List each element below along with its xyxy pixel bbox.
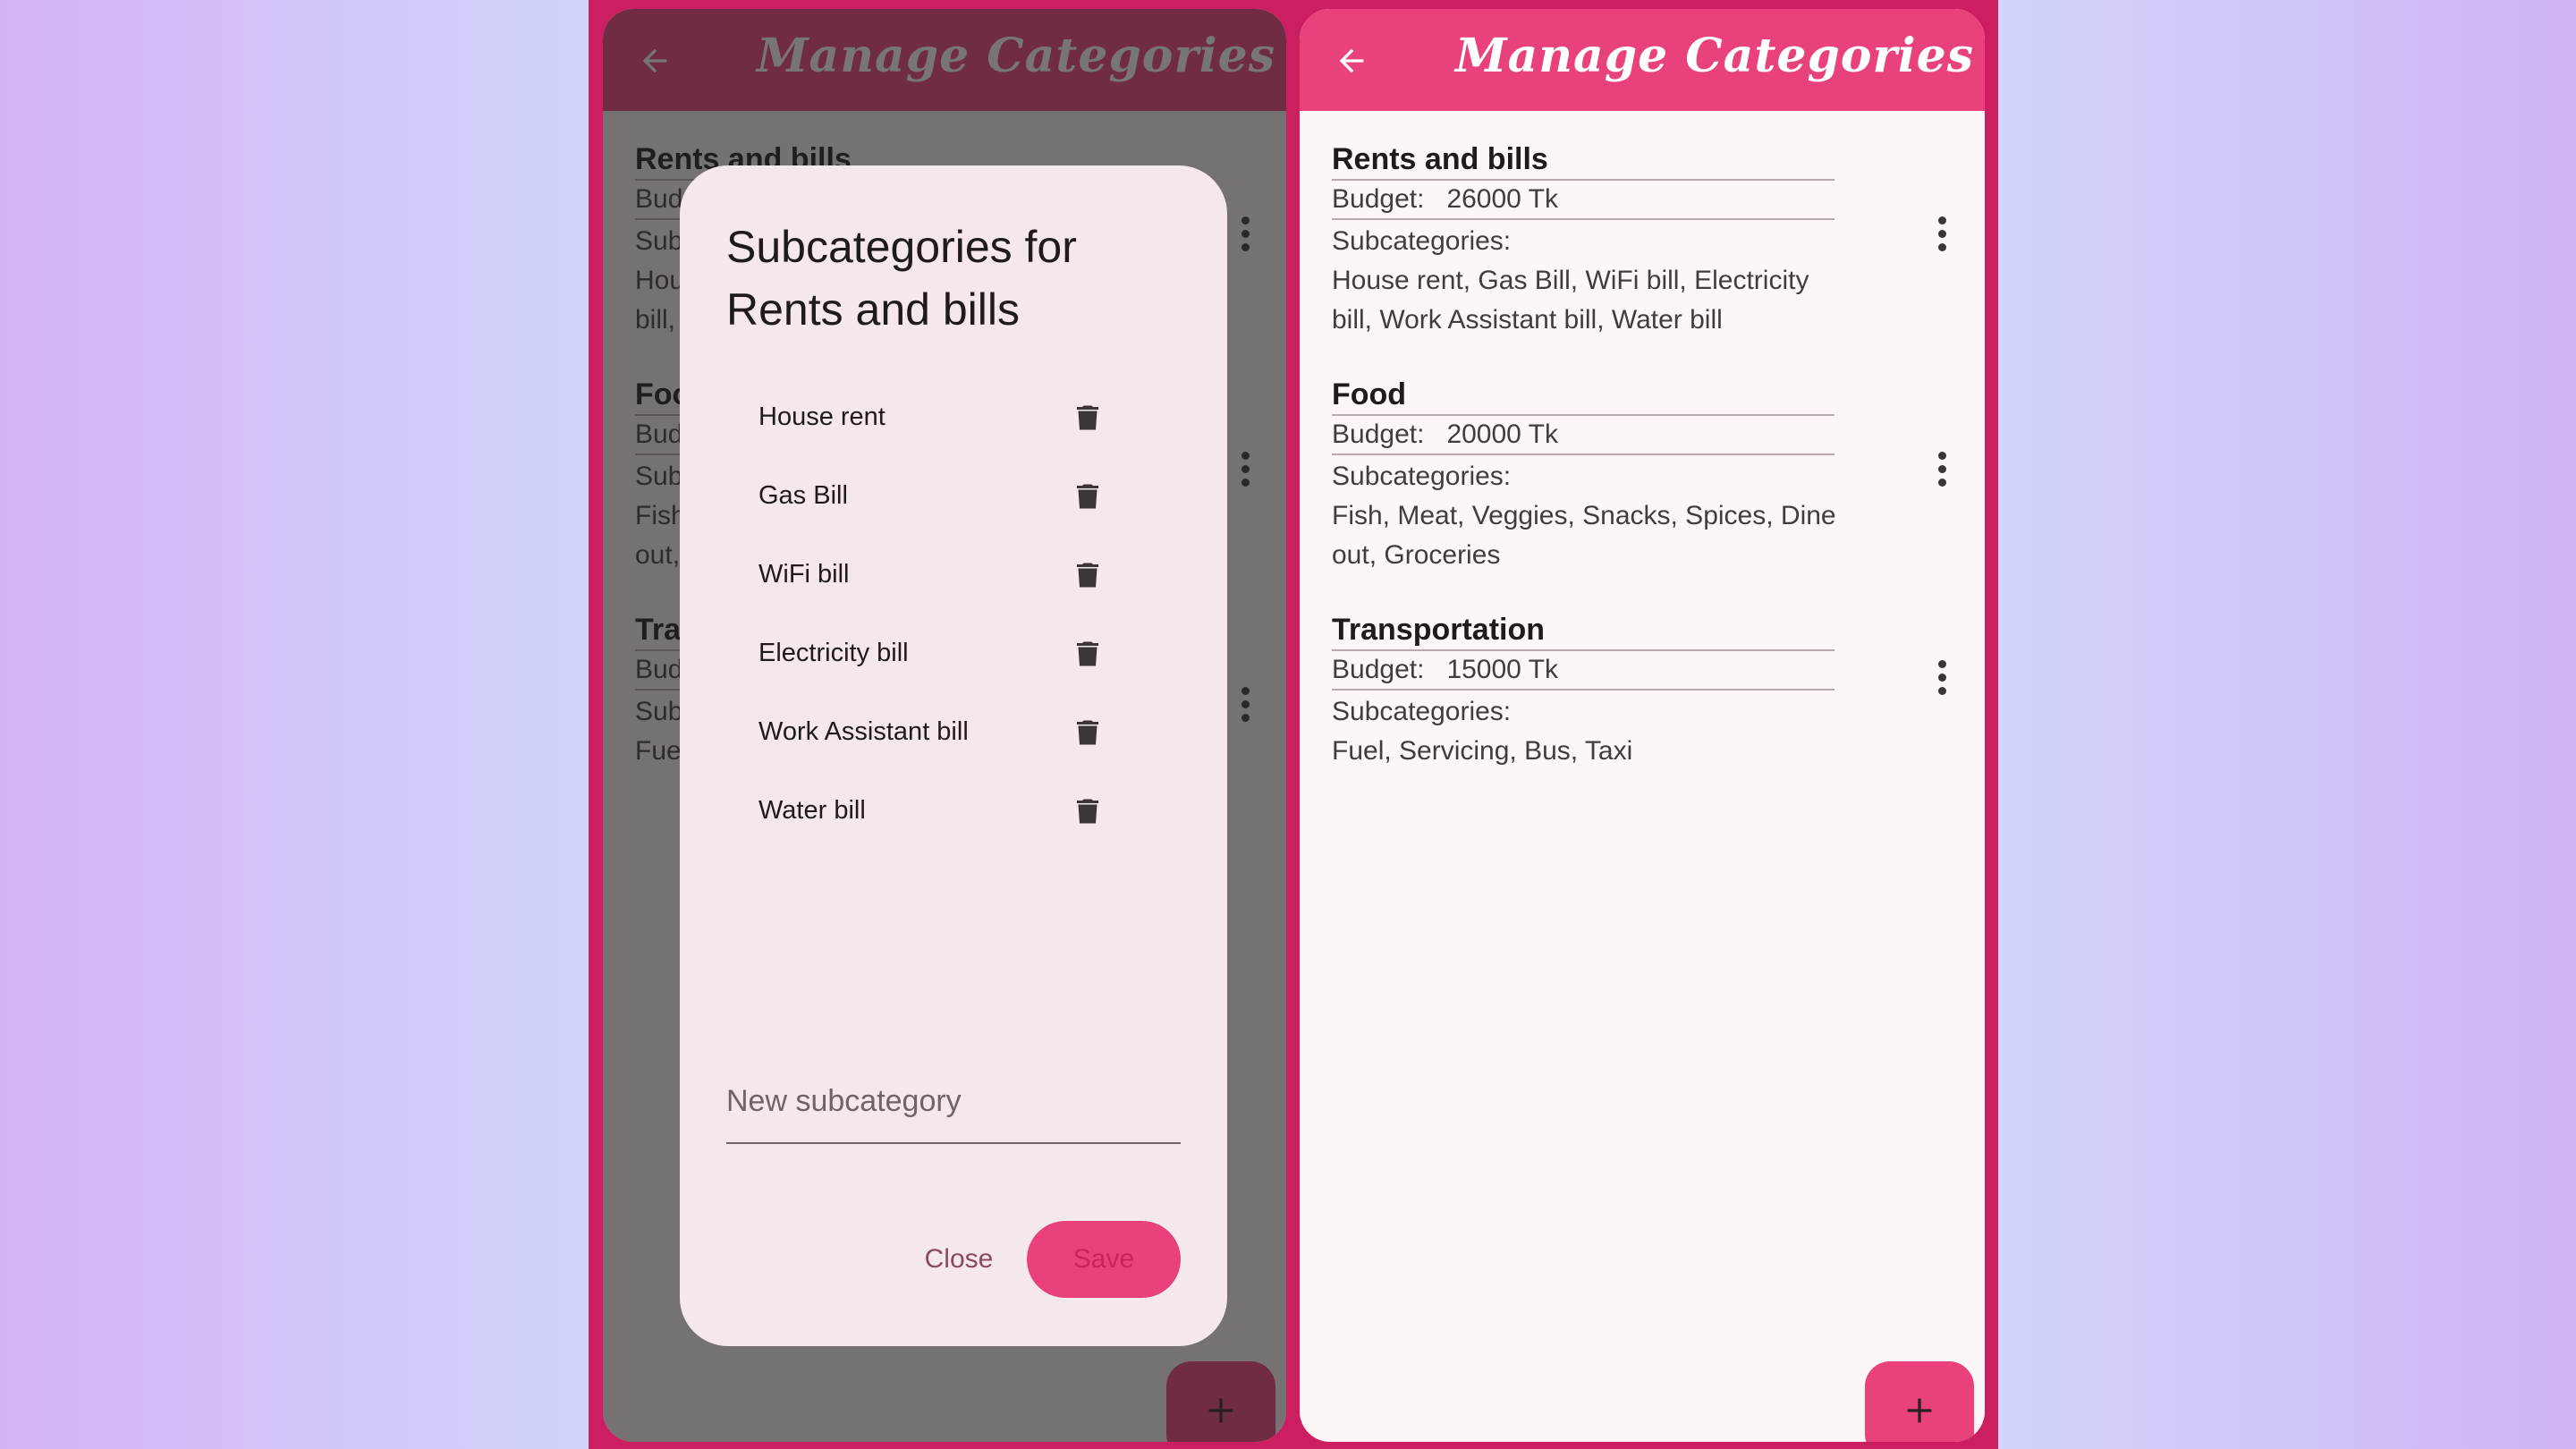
category-menu-button[interactable]	[1922, 202, 1962, 265]
subcategory-name: Gas Bill	[758, 481, 848, 510]
subcategories-label: Subcategories:	[1332, 462, 1512, 491]
category-name: Rents and bills	[1332, 140, 1835, 181]
more-vertical-icon	[1937, 216, 1946, 225]
left-screen: Manage Categories Rents and bills Budget…	[603, 9, 1286, 1442]
subcategories-dialog: Subcategories for Rents and bills House …	[680, 165, 1227, 1346]
subcategories-label: Subcategories:	[1332, 697, 1512, 726]
budget-value: 15000 Tk	[1446, 655, 1558, 684]
save-button[interactable]: Save	[1027, 1221, 1181, 1298]
close-button[interactable]: Close	[891, 1221, 1027, 1298]
dialog-title: Subcategories for Rents and bills	[726, 222, 1077, 335]
budget-value: 20000 Tk	[1446, 419, 1558, 449]
subcategories-list: Fuel, Servicing, Bus, Taxi	[1332, 736, 1633, 766]
new-subcategory-field	[726, 1060, 1181, 1144]
subcategory-row: WiFi bill	[758, 543, 1170, 606]
trash-icon[interactable]	[1072, 479, 1104, 514]
budget-label: Budget:	[1332, 655, 1425, 684]
subcategory-row: House rent	[758, 386, 1170, 448]
subcategory-name: WiFi bill	[758, 560, 850, 589]
budget-row: Budget: 26000 Tk	[1332, 181, 1835, 220]
subcategories-label: Subcategories:	[1332, 226, 1512, 256]
right-screen: Manage Categories Rents and bills Budget…	[1300, 9, 1985, 1442]
trash-icon[interactable]	[1072, 715, 1104, 750]
category-item: Transportation Budget: 15000 Tk Subcateg…	[1332, 610, 1958, 845]
subcategory-name: Work Assistant bill	[758, 717, 969, 746]
category-item: Food Budget: 20000 Tk Subcategories: Fis…	[1332, 375, 1958, 610]
more-vertical-icon	[1937, 451, 1946, 460]
category-list: Rents and bills Budget: 26000 Tk Subcate…	[1332, 140, 1958, 845]
subcategories-list: Fish, Meat, Veggies, Snacks, Spices, Din…	[1332, 501, 1836, 570]
subcategory-name: Water bill	[758, 796, 866, 825]
category-item: Rents and bills Budget: 26000 Tk Subcate…	[1332, 140, 1958, 375]
trash-icon[interactable]	[1072, 557, 1104, 593]
trash-icon[interactable]	[1072, 636, 1104, 672]
trash-icon[interactable]	[1072, 793, 1104, 829]
budget-row: Budget: 15000 Tk	[1332, 651, 1835, 691]
budget-row: Budget: 20000 Tk	[1332, 416, 1835, 455]
subcategory-row: Water bill	[758, 779, 1170, 842]
more-vertical-icon	[1937, 659, 1946, 668]
add-category-button[interactable]	[1865, 1361, 1974, 1442]
back-button[interactable]	[1326, 36, 1377, 86]
app-title: Manage Categories	[1454, 29, 1974, 83]
category-menu-button[interactable]	[1922, 437, 1962, 500]
subcategory-row: Electricity bill	[758, 622, 1170, 684]
subcategory-row: Gas Bill	[758, 464, 1170, 527]
subcategory-name: Electricity bill	[758, 639, 909, 667]
new-subcategory-input[interactable]	[726, 1060, 1181, 1142]
budget-label: Budget:	[1332, 419, 1425, 449]
arrow-left-icon	[1339, 48, 1364, 73]
subcategory-name: House rent	[758, 402, 886, 431]
category-name: Food	[1332, 375, 1835, 416]
budget-value: 26000 Tk	[1446, 184, 1558, 214]
budget-label: Budget:	[1332, 184, 1425, 214]
subcategory-row: Work Assistant bill	[758, 700, 1170, 763]
category-menu-button[interactable]	[1922, 646, 1962, 708]
plus-icon	[1907, 1398, 1932, 1423]
trash-icon[interactable]	[1072, 400, 1104, 436]
subcategories-list: House rent, Gas Bill, WiFi bill, Electri…	[1332, 266, 1809, 335]
category-name: Transportation	[1332, 610, 1835, 651]
app-bar: Manage Categories	[1300, 9, 1985, 111]
